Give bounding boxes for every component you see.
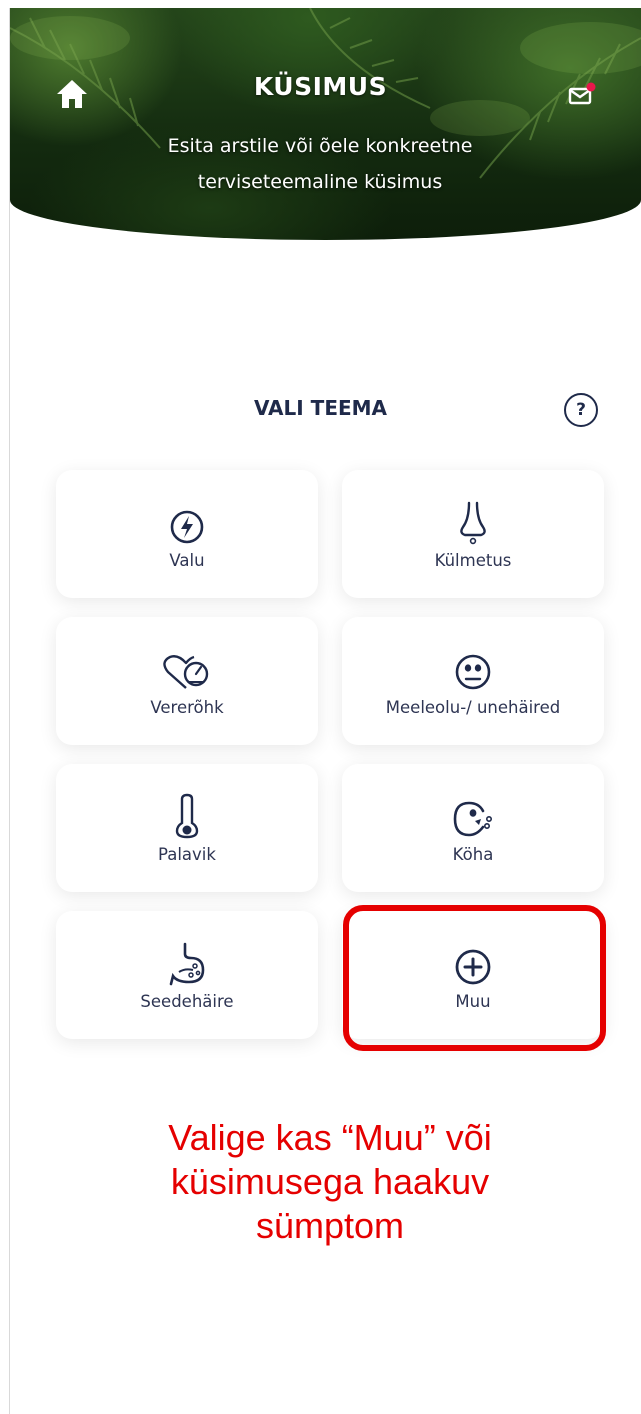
- topic-valu[interactable]: Valu: [56, 470, 318, 598]
- face-icon: [455, 654, 491, 689]
- topic-palavik[interactable]: Palavik: [56, 764, 318, 892]
- topic-muu[interactable]: Muu: [342, 911, 604, 1039]
- topic-label: Valu: [169, 550, 205, 570]
- topic-label: Muu: [455, 991, 491, 1011]
- topic-label: Vererõhk: [150, 697, 224, 717]
- instruction-annotation: Valige kas “Muu” või küsimusega haakuv s…: [168, 1117, 492, 1246]
- topic-label: Palavik: [158, 844, 216, 864]
- topic-label: Külmetus: [434, 550, 512, 570]
- topic-meeleolu[interactable]: Meeleolu-/ unehäired: [342, 617, 604, 745]
- fern-background: [10, 8, 641, 179]
- topic-seedehaire[interactable]: Seedehäire: [56, 911, 318, 1039]
- heart-gauge-icon: [163, 654, 209, 689]
- header-banner: [10, 8, 641, 240]
- stomach-icon: [169, 942, 205, 985]
- topic-koha[interactable]: Köha: [342, 764, 604, 892]
- topic-kulmetus[interactable]: Külmetus: [342, 470, 604, 598]
- page-title: KÜSIMUS: [253, 72, 388, 101]
- topic-vererohk[interactable]: Vererõhk: [56, 617, 318, 745]
- topic-label: Köha: [452, 844, 494, 864]
- thermometer-icon: [175, 793, 199, 838]
- page-subtitle: Esita arstile või õele konkreetne tervis…: [167, 135, 473, 193]
- cough-icon: [453, 801, 492, 836]
- lightning-icon: [170, 510, 204, 543]
- section-title: VALI TEEMA: [253, 396, 388, 420]
- help-button[interactable]: ?: [564, 393, 598, 427]
- nose-icon: [460, 501, 486, 544]
- topic-label: Meeleolu-/ unehäired: [385, 697, 561, 717]
- plus-circle-icon: [455, 949, 491, 984]
- topic-label: Seedehäire: [140, 991, 234, 1011]
